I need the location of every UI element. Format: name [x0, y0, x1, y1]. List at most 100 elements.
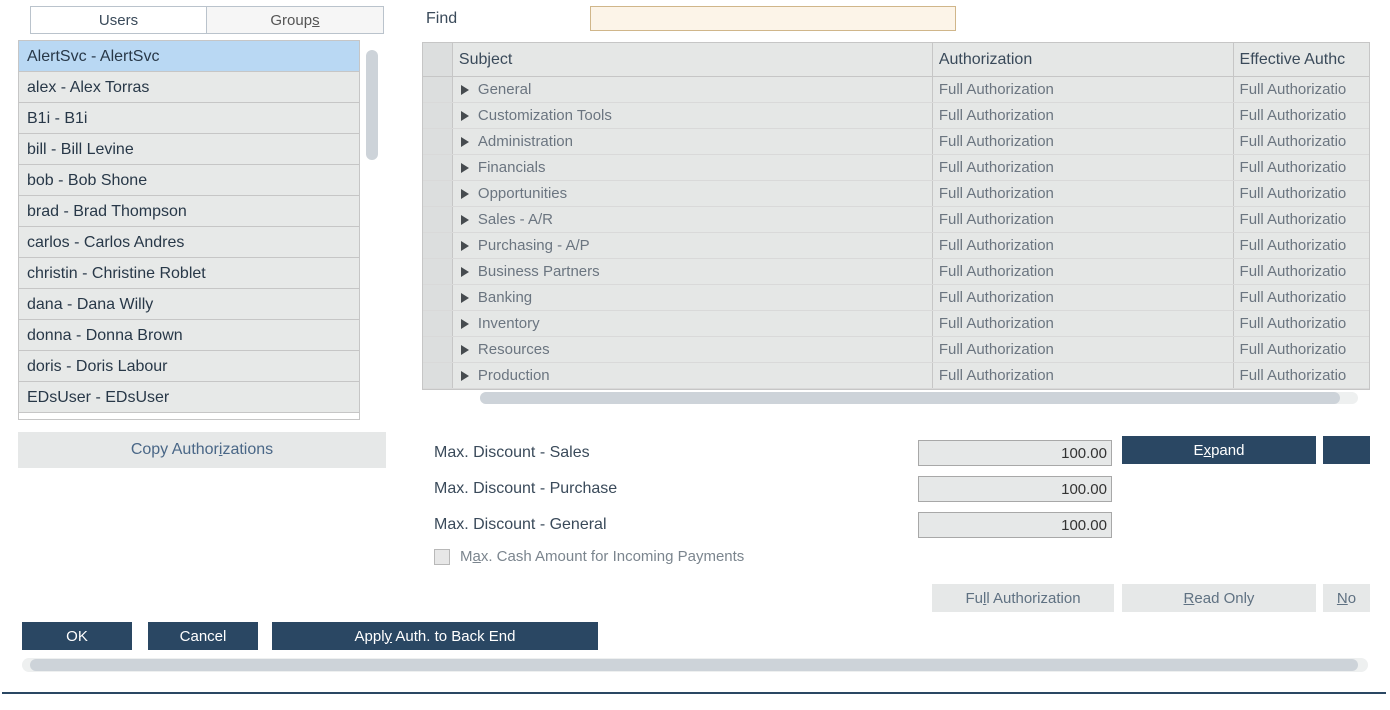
copy-authorizations-button[interactable]: Copy Authorizations — [18, 432, 386, 468]
row-handle[interactable] — [423, 207, 453, 232]
expand-caret-icon[interactable] — [461, 163, 469, 173]
table-row[interactable]: Customization Tools Full Authorization F… — [423, 103, 1369, 129]
table-row[interactable]: Inventory Full Authorization Full Author… — [423, 311, 1369, 337]
row-handle[interactable] — [423, 181, 453, 206]
user-list-item-label: bob - Bob Shone — [27, 172, 147, 189]
no-authorization-button[interactable]: No — [1323, 584, 1370, 612]
column-subject[interactable]: Subject — [453, 43, 933, 76]
max-discount-general-input[interactable] — [918, 512, 1112, 538]
expand-caret-icon[interactable] — [461, 293, 469, 303]
table-row[interactable]: General Full Authorization Full Authoriz… — [423, 77, 1369, 103]
row-handle[interactable] — [423, 77, 453, 102]
scrollbar-thumb[interactable] — [480, 392, 1340, 404]
expand-caret-icon[interactable] — [461, 137, 469, 147]
full-authorization-button[interactable]: Full Authorization — [932, 584, 1114, 612]
expand-caret-icon[interactable] — [461, 267, 469, 277]
table-row[interactable]: Production Full Authorization Full Autho… — [423, 363, 1369, 389]
user-list-item-label: brad - Brad Thompson — [27, 203, 187, 220]
perm-auth: Full Authorization — [939, 263, 1054, 280]
expand-caret-icon[interactable] — [461, 371, 469, 381]
row-handle[interactable] — [423, 103, 453, 128]
user-list-item-label: AlertSvc - AlertSvc — [27, 48, 159, 65]
expand-caret-icon[interactable] — [461, 241, 469, 251]
cancel-button[interactable]: Cancel — [148, 622, 258, 650]
status-segment — [470, 692, 1010, 708]
expand-caret-icon[interactable] — [461, 111, 469, 121]
user-list-item-label: doris - Doris Labour — [27, 358, 168, 375]
max-discount-sales-input[interactable] — [918, 440, 1112, 466]
perm-effective: Full Authorizatio — [1240, 133, 1347, 150]
table-row[interactable]: Purchasing - A/P Full Authorization Full… — [423, 233, 1369, 259]
perm-auth: Full Authorization — [939, 107, 1054, 124]
table-row[interactable]: Sales - A/R Full Authorization Full Auth… — [423, 207, 1369, 233]
max-cash-amount-label: Max. Cash Amount for Incoming Payments — [460, 548, 744, 565]
scrollbar-thumb[interactable] — [30, 659, 1358, 671]
expand-caret-icon[interactable] — [461, 345, 469, 355]
list-item[interactable]: doris - Doris Labour — [19, 351, 359, 382]
table-row[interactable]: Opportunities Full Authorization Full Au… — [423, 181, 1369, 207]
list-item[interactable]: EDsUser - EDsUser — [19, 382, 359, 413]
expand-caret-icon[interactable] — [461, 215, 469, 225]
perm-effective: Full Authorizatio — [1240, 81, 1347, 98]
row-handle[interactable] — [423, 259, 453, 284]
row-handle[interactable] — [423, 155, 453, 180]
max-cash-amount-checkbox[interactable] — [434, 549, 450, 565]
table-row[interactable]: Resources Full Authorization Full Author… — [423, 337, 1369, 363]
read-only-button[interactable]: Read Only — [1122, 584, 1316, 612]
list-item[interactable]: christin - Christine Roblet — [19, 258, 359, 289]
column-authorization[interactable]: Authorization — [933, 43, 1234, 76]
expand-caret-icon[interactable] — [461, 319, 469, 329]
perm-auth: Full Authorization — [939, 341, 1054, 358]
list-item[interactable]: bill - Bill Levine — [19, 134, 359, 165]
list-item[interactable]: carlos - Carlos Andres — [19, 227, 359, 258]
find-input[interactable] — [590, 6, 956, 31]
perm-subject: Production — [478, 367, 550, 384]
max-discount-purchase-label: Max. Discount - Purchase — [434, 480, 617, 498]
row-handle[interactable] — [423, 129, 453, 154]
window-hscrollbar[interactable] — [22, 658, 1368, 672]
expand-button[interactable]: Expand — [1122, 436, 1316, 464]
perm-auth: Full Authorization — [939, 133, 1054, 150]
perm-auth: Full Authorization — [939, 185, 1054, 202]
perm-subject: Inventory — [478, 315, 540, 332]
table-row[interactable]: Banking Full Authorization Full Authoriz… — [423, 285, 1369, 311]
perm-auth: Full Authorization — [939, 211, 1054, 228]
list-item[interactable]: donna - Donna Brown — [19, 320, 359, 351]
list-item[interactable]: alex - Alex Torras — [19, 72, 359, 103]
max-cash-amount-row: Max. Cash Amount for Incoming Payments — [434, 548, 744, 565]
column-effective-authorization[interactable]: Effective Authc — [1234, 43, 1369, 76]
table-row[interactable]: Administration Full Authorization Full A… — [423, 129, 1369, 155]
perm-subject: Banking — [478, 289, 532, 306]
user-list-scrollbar[interactable] — [366, 50, 378, 160]
user-list: AlertSvc - AlertSvc alex - Alex Torras B… — [18, 40, 360, 420]
list-item[interactable]: B1i - B1i — [19, 103, 359, 134]
row-handle[interactable] — [423, 363, 453, 388]
tab-groups[interactable]: Groups — [207, 6, 384, 34]
ok-button[interactable]: OK — [22, 622, 132, 650]
row-handle[interactable] — [423, 311, 453, 336]
user-list-item-label: bill - Bill Levine — [27, 141, 134, 158]
row-handle[interactable] — [423, 233, 453, 258]
tab-users[interactable]: Users — [30, 6, 207, 34]
list-item[interactable]: AlertSvc - AlertSvc — [19, 41, 359, 72]
status-segment — [1010, 692, 1262, 708]
table-row[interactable]: Financials Full Authorization Full Autho… — [423, 155, 1369, 181]
find-label: Find — [426, 10, 457, 28]
collapse-button[interactable] — [1323, 436, 1370, 464]
list-item[interactable]: dana - Dana Willy — [19, 289, 359, 320]
permissions-hscrollbar[interactable] — [480, 392, 1358, 404]
table-row[interactable]: Business Partners Full Authorization Ful… — [423, 259, 1369, 285]
expand-caret-icon[interactable] — [461, 85, 469, 95]
expand-caret-icon[interactable] — [461, 189, 469, 199]
perm-subject: Sales - A/R — [478, 211, 553, 228]
max-discount-purchase-input[interactable] — [918, 476, 1112, 502]
perm-auth: Full Authorization — [939, 159, 1054, 176]
row-handle[interactable] — [423, 285, 453, 310]
list-item[interactable]: brad - Brad Thompson — [19, 196, 359, 227]
perm-effective: Full Authorizatio — [1240, 315, 1347, 332]
row-handle[interactable] — [423, 337, 453, 362]
perm-effective: Full Authorizatio — [1240, 367, 1347, 384]
perm-subject: Resources — [478, 341, 550, 358]
list-item[interactable]: bob - Bob Shone — [19, 165, 359, 196]
apply-auth-back-end-button[interactable]: Apply Auth. to Back End — [272, 622, 598, 650]
